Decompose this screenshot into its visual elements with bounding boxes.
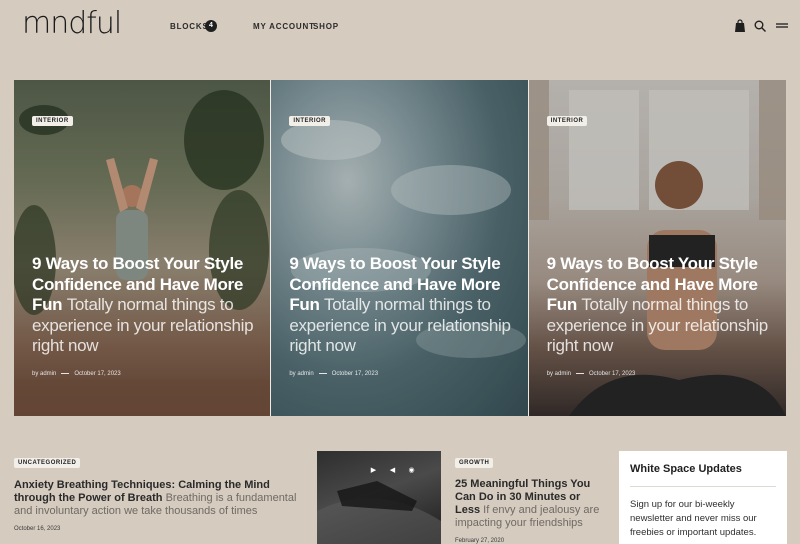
post-growth: GROWTH 25 Meaningful Things You Can Do i… xyxy=(455,451,600,544)
newsletter-widget: White Space Updates Sign up for our bi-w… xyxy=(619,451,787,544)
category-tag[interactable]: INTERIOR xyxy=(289,116,330,126)
card-title[interactable]: 9 Ways to Boost Your Style Confidence an… xyxy=(289,254,517,357)
hero-card[interactable]: INTERIOR 9 Ways to Boost Your Style Conf… xyxy=(271,80,529,416)
bag-icon[interactable] xyxy=(733,19,747,33)
card-author[interactable]: by admin xyxy=(32,371,56,377)
card-date: October 17, 2023 xyxy=(331,371,379,377)
card-excerpt: Totally normal things to experience in y… xyxy=(32,295,254,355)
card-meta: by admin October 17, 2023 xyxy=(289,371,378,377)
post-title[interactable]: 25 Meaningful Things You Can Do in 30 Mi… xyxy=(455,478,600,530)
video-controls: ▶ ◀ ◉ xyxy=(369,466,416,475)
nav-my-account[interactable]: MY ACCOUNT xyxy=(253,22,315,31)
card-excerpt: Totally normal things to experience in y… xyxy=(546,295,769,355)
hero-card[interactable]: INTERIOR 9 Ways to Boost Your Style Conf… xyxy=(528,80,786,416)
volume-icon[interactable]: ◀ xyxy=(388,466,397,475)
category-tag[interactable]: INTERIOR xyxy=(32,116,73,126)
divider xyxy=(630,486,776,487)
category-tag[interactable]: UNCATEGORIZED xyxy=(14,458,81,468)
blocks-count-badge: 4 xyxy=(205,20,217,32)
post-date: October 16, 2023 xyxy=(14,526,61,532)
card-title[interactable]: 9 Ways to Boost Your Style Confidence an… xyxy=(32,254,260,357)
widget-text: Sign up for our bi-weekly newsletter and… xyxy=(630,499,757,538)
card-meta: by admin October 17, 2023 xyxy=(547,371,636,377)
category-tag[interactable]: GROWTH xyxy=(455,458,494,468)
card-author[interactable]: by admin xyxy=(547,371,571,377)
nav-blocks[interactable]: BLOCKS xyxy=(170,22,209,31)
video-image xyxy=(317,481,441,544)
play-icon[interactable]: ▶ xyxy=(369,466,378,475)
menu-icon[interactable] xyxy=(775,19,789,33)
nav-shop[interactable]: SHOP xyxy=(313,22,339,31)
site-logo[interactable]: mndful xyxy=(22,6,122,41)
widget-title: White Space Updates xyxy=(630,463,742,475)
category-tag[interactable]: INTERIOR xyxy=(546,116,588,126)
post-date: February 27, 2020 xyxy=(455,538,505,544)
post-title[interactable]: Anxiety Breathing Techniques: Calming th… xyxy=(14,479,299,518)
search-icon[interactable] xyxy=(753,19,767,33)
site-header: mndful BLOCKS 4 MY ACCOUNT SHOP xyxy=(0,0,800,56)
pause-icon[interactable]: ◉ xyxy=(407,466,416,475)
card-date: October 17, 2023 xyxy=(74,371,121,377)
card-title[interactable]: 9 Ways to Boost Your Style Confidence an… xyxy=(547,254,775,357)
card-date: October 17, 2023 xyxy=(589,371,636,377)
hero-card[interactable]: INTERIOR 9 Ways to Boost Your Style Conf… xyxy=(14,80,272,416)
post-uncategorized: UNCATEGORIZED Anxiety Breathing Techniqu… xyxy=(14,451,299,532)
video-thumbnail[interactable]: ▶ ◀ ◉ xyxy=(317,451,441,544)
card-author[interactable]: by admin xyxy=(289,371,313,377)
card-meta: by admin October 17, 2023 xyxy=(32,371,121,377)
hero-grid: INTERIOR 9 Ways to Boost Your Style Conf… xyxy=(14,80,786,416)
card-excerpt: Totally normal things to experience in y… xyxy=(289,295,511,355)
